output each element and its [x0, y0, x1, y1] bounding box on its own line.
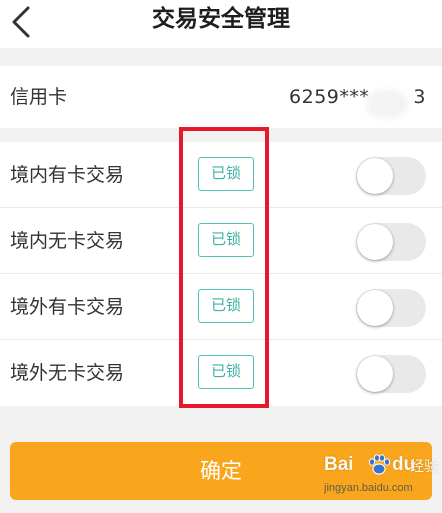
watermark-product: 经验: [410, 459, 438, 475]
watermark-brand-left: Bai: [324, 454, 354, 475]
locked-badge: 已锁: [198, 157, 254, 191]
toggle-knob: [357, 224, 393, 260]
transaction-label: 境内无卡交易: [10, 230, 125, 252]
transaction-row-domestic-cardless: 境内无卡交易 已锁: [0, 208, 442, 274]
locked-badge: 已锁: [198, 223, 254, 257]
toggle-knob: [357, 290, 393, 326]
transaction-label: 境外有卡交易: [10, 296, 125, 318]
watermark-url: jingyan.baidu.com: [324, 482, 413, 494]
card-type-label: 信用卡: [10, 86, 68, 108]
locked-badge: 已锁: [198, 289, 254, 323]
transaction-row-domestic-card: 境内有卡交易 已锁: [0, 142, 442, 208]
transaction-toggle[interactable]: [356, 289, 426, 327]
locked-badge: 已锁: [198, 355, 254, 389]
transaction-row-overseas-card: 境外有卡交易 已锁: [0, 274, 442, 340]
header-bar: 交易安全管理: [0, 0, 442, 48]
transaction-list: 境内有卡交易 已锁 境内无卡交易 已锁 境外有卡交易 已锁 境外无卡交易 已锁: [0, 142, 442, 406]
transaction-toggle[interactable]: [356, 223, 426, 261]
card-number-mask: [366, 90, 408, 118]
toggle-knob: [357, 158, 393, 194]
transaction-toggle[interactable]: [356, 355, 426, 393]
card-number-tail: 3: [413, 86, 426, 108]
transaction-label: 境内有卡交易: [10, 164, 125, 186]
transaction-row-overseas-cardless: 境外无卡交易 已锁: [0, 340, 442, 406]
baidu-jingyan-watermark: Bai du 经验 jingyan.baidu.com: [322, 452, 438, 508]
card-number-prefix: 6259***: [289, 86, 370, 108]
baidu-paw-icon: [368, 454, 391, 475]
transaction-label: 境外无卡交易: [10, 362, 125, 384]
toggle-knob: [357, 356, 393, 392]
card-info-row: 信用卡 6259*** 3: [0, 66, 442, 128]
transaction-toggle[interactable]: [356, 157, 426, 195]
page-title: 交易安全管理: [152, 6, 290, 32]
